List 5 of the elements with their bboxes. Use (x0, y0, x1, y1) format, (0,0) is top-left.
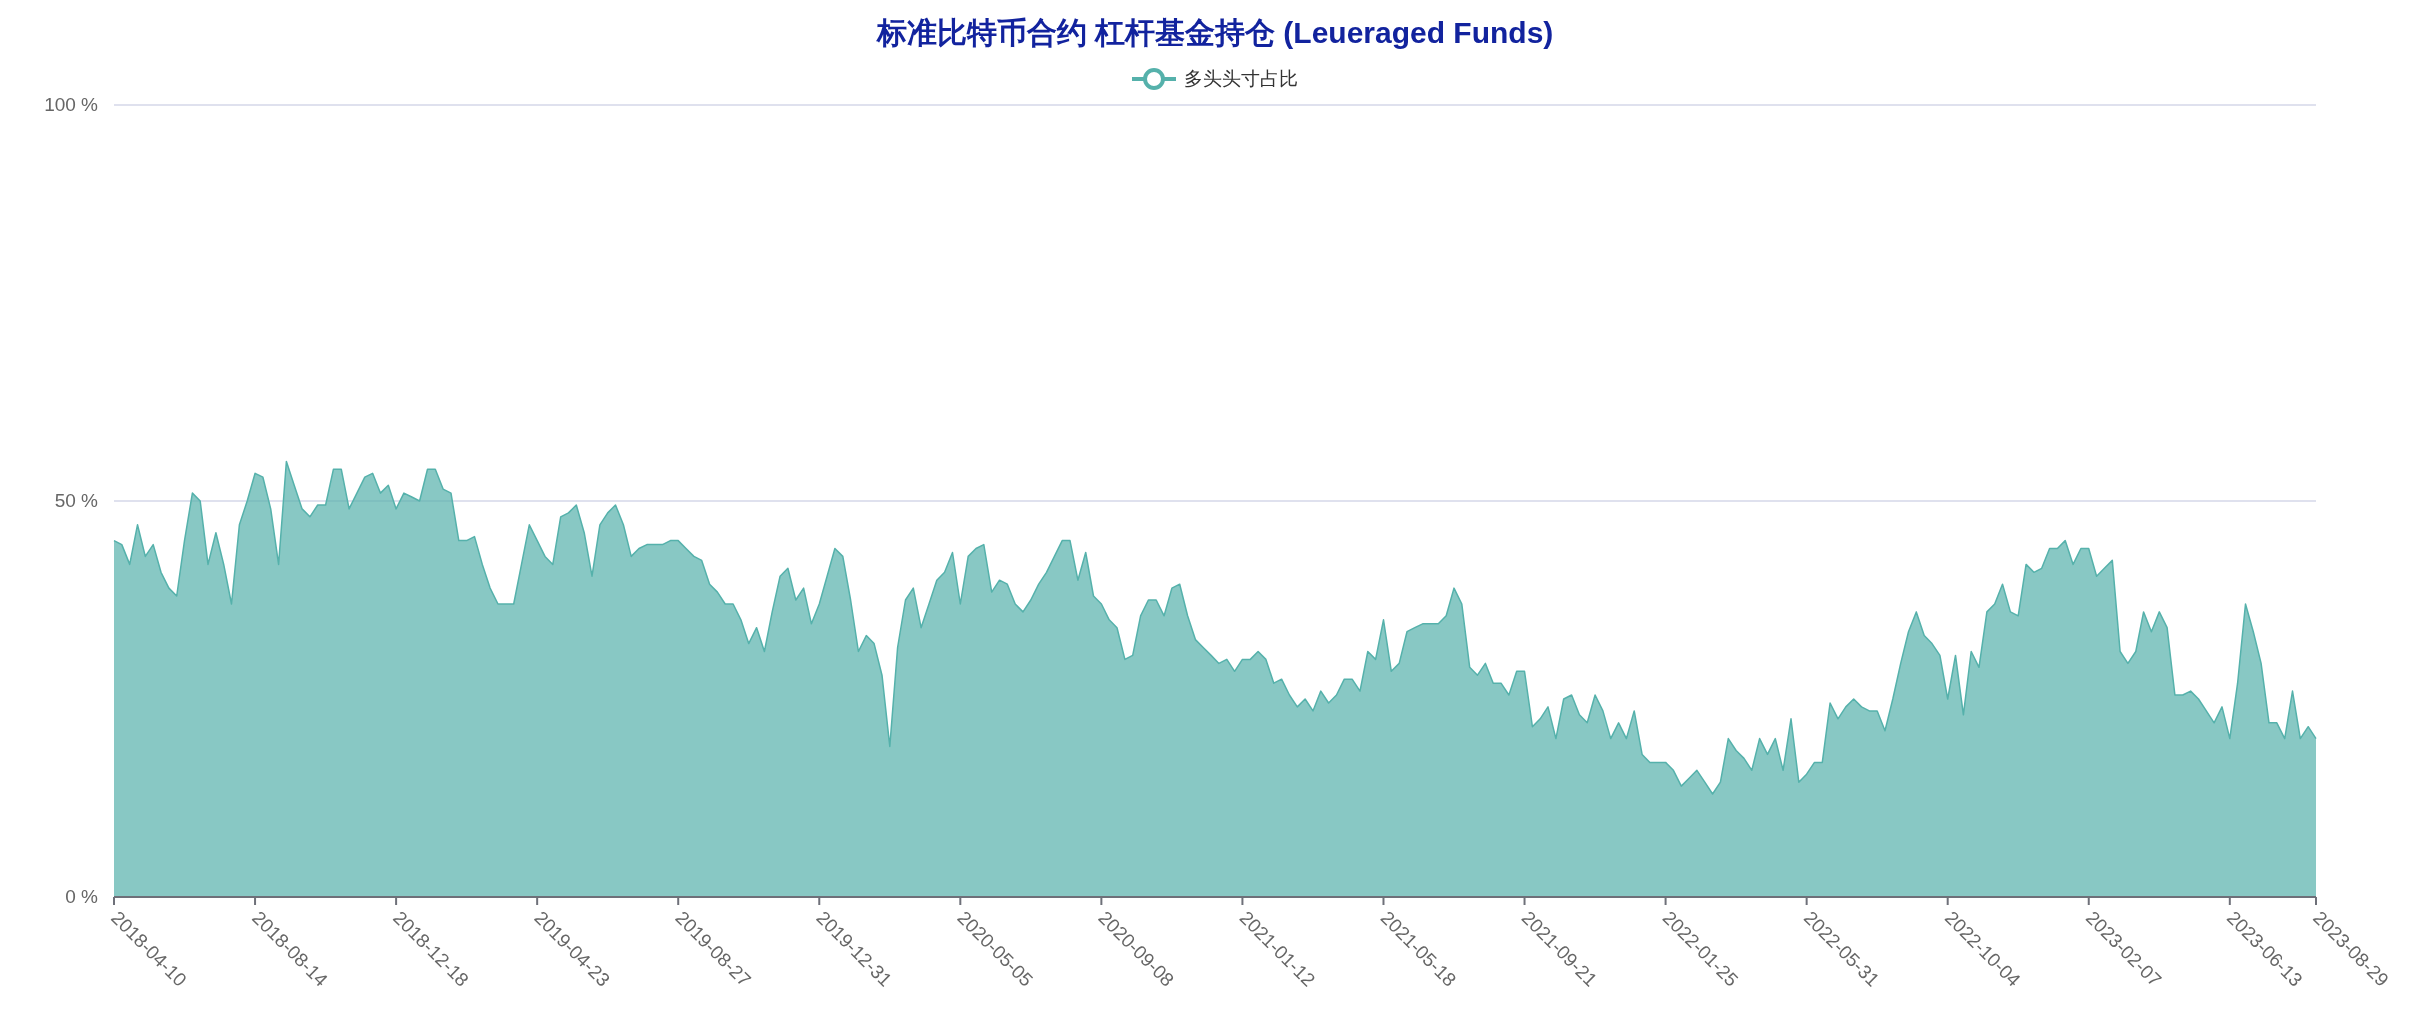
y-axis-label: 100 % (44, 94, 98, 115)
y-axis-label: 0 % (65, 886, 98, 907)
chart-title: 标准比特币合约 杠杆基金持仓 (Leueraged Funds) (876, 15, 1554, 51)
y-axis-label: 50 % (54, 490, 98, 511)
legend-label[interactable]: 多头头寸占比 (1184, 64, 1298, 94)
